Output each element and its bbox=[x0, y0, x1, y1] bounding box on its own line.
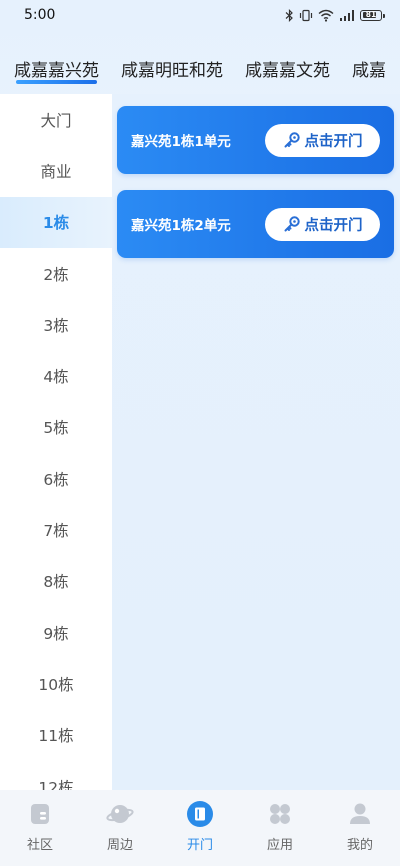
tab-community-3[interactable]: 咸嘉 bbox=[352, 44, 386, 81]
battery-text: 81 bbox=[365, 10, 377, 20]
wifi-icon bbox=[318, 9, 334, 22]
nav-label: 社区 bbox=[26, 838, 53, 853]
sidebar-item-building-11[interactable]: 10栋 bbox=[0, 658, 112, 709]
door-card: 嘉兴苑1栋1单元 点击开门 bbox=[117, 106, 394, 174]
sidebar-item-building-1[interactable]: 商业 bbox=[0, 145, 112, 196]
status-time: 5:00 bbox=[24, 7, 56, 23]
bottom-nav: 社区 周边 开门 应用 我的 bbox=[0, 790, 400, 866]
sidebar-item-building-3[interactable]: 2栋 bbox=[0, 248, 112, 299]
sidebar-item-building-6[interactable]: 5栋 bbox=[0, 402, 112, 453]
key-icon bbox=[283, 131, 301, 149]
sidebar-item-building-5[interactable]: 4栋 bbox=[0, 350, 112, 401]
community-icon bbox=[26, 800, 54, 828]
door-list: 嘉兴苑1栋1单元 点击开门 嘉兴苑1栋2单元 点击开门 bbox=[112, 94, 400, 790]
tab-community-2[interactable]: 咸嘉嘉文苑 bbox=[245, 44, 330, 81]
sidebar-item-building-7[interactable]: 6栋 bbox=[0, 453, 112, 504]
apps-grid-icon bbox=[266, 800, 294, 828]
status-icons: 81 bbox=[285, 8, 385, 22]
planet-icon bbox=[106, 800, 134, 828]
nav-item-user[interactable]: 我的 bbox=[320, 800, 400, 853]
door-card-label: 嘉兴苑1栋2单元 bbox=[131, 218, 231, 234]
building-sidebar: 大门 商业 1栋 2栋 3栋 4栋 5栋 6栋 7栋 8栋 9栋 10栋 11栋 12栋 bbox=[0, 94, 112, 790]
status-bar: 5:00 81 bbox=[0, 0, 400, 30]
community-tabs: 咸嘉嘉兴苑 咸嘉明旺和苑 咸嘉嘉文苑 咸嘉 bbox=[0, 44, 400, 90]
door-icon bbox=[186, 800, 214, 828]
sidebar-item-building-12[interactable]: 11栋 bbox=[0, 710, 112, 761]
sidebar-item-building-10[interactable]: 9栋 bbox=[0, 607, 112, 658]
tab-community-0[interactable]: 咸嘉嘉兴苑 bbox=[14, 44, 99, 84]
sidebar-item-building-8[interactable]: 7栋 bbox=[0, 504, 112, 555]
nav-label: 我的 bbox=[346, 838, 373, 853]
battery-icon: 81 bbox=[360, 9, 385, 21]
key-icon bbox=[283, 215, 301, 233]
open-door-button[interactable]: 点击开门 bbox=[265, 123, 380, 157]
open-door-button-label: 点击开门 bbox=[304, 217, 363, 234]
open-door-button[interactable]: 点击开门 bbox=[265, 207, 380, 241]
bluetooth-icon bbox=[285, 8, 293, 22]
sidebar-item-building-4[interactable]: 3栋 bbox=[0, 299, 112, 350]
sidebar-item-building-13[interactable]: 12栋 bbox=[0, 761, 112, 791]
nav-item-door[interactable]: 开门 bbox=[160, 800, 240, 853]
nav-label: 周边 bbox=[106, 838, 133, 853]
door-card-label: 嘉兴苑1栋1单元 bbox=[131, 134, 231, 150]
sidebar-item-building-0[interactable]: 大门 bbox=[0, 94, 112, 145]
door-card: 嘉兴苑1栋2单元 点击开门 bbox=[117, 190, 394, 258]
app-screen: 5:00 81 咸嘉嘉兴苑 咸嘉明旺和苑 咸嘉嘉文苑 咸嘉 大门 商业 1栋 2… bbox=[0, 0, 400, 866]
tab-community-1[interactable]: 咸嘉明旺和苑 bbox=[121, 44, 223, 81]
sidebar-item-building-9[interactable]: 8栋 bbox=[0, 556, 112, 607]
nav-label: 应用 bbox=[266, 838, 293, 853]
user-icon bbox=[346, 800, 374, 828]
nav-label: 开门 bbox=[186, 838, 213, 853]
signal-icon bbox=[340, 9, 354, 21]
vibrate-icon bbox=[299, 9, 313, 21]
nav-item-community[interactable]: 社区 bbox=[0, 800, 80, 853]
nav-item-planet[interactable]: 周边 bbox=[80, 800, 160, 853]
open-door-button-label: 点击开门 bbox=[304, 133, 363, 150]
sidebar-item-building-2[interactable]: 1栋 bbox=[0, 196, 112, 248]
nav-item-apps-grid[interactable]: 应用 bbox=[240, 800, 320, 853]
